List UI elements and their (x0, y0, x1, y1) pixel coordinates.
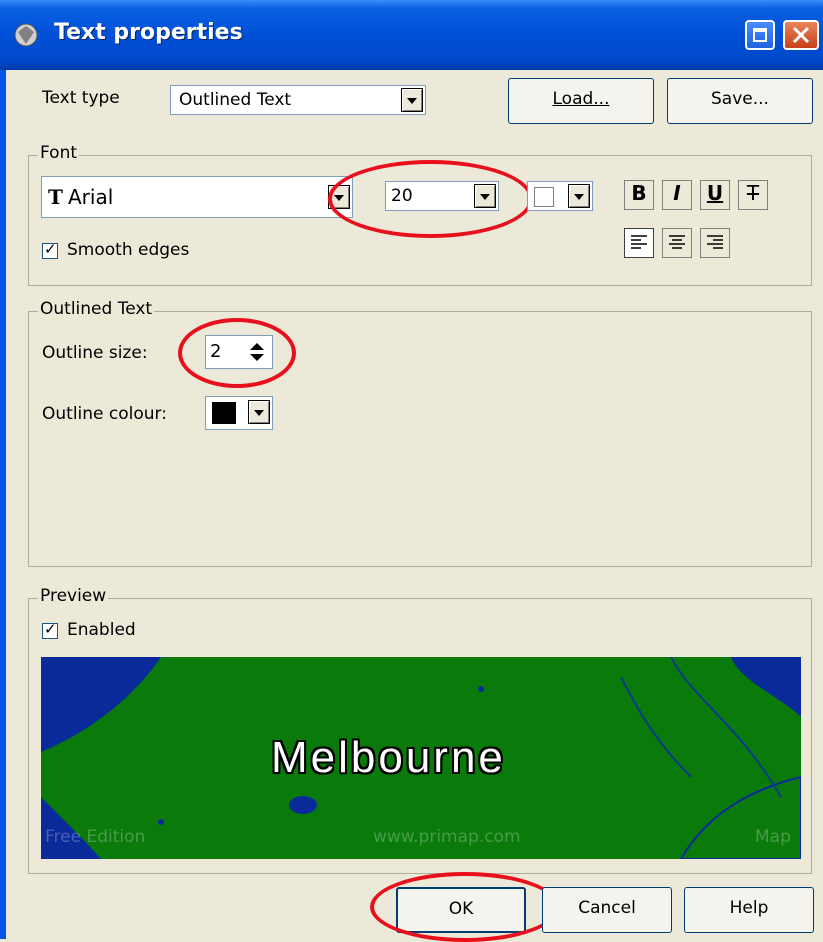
bold-button[interactable]: B (624, 180, 654, 210)
text-type-value: Outlined Text (179, 90, 292, 110)
close-button[interactable] (783, 20, 819, 50)
align-center-icon (669, 235, 685, 249)
strikethrough-button[interactable]: T (738, 180, 768, 210)
text-type-select[interactable]: Outlined Text (170, 85, 426, 115)
annotation-oval-outline-size (178, 318, 296, 388)
truetype-icon: T (48, 185, 63, 209)
save-button-label: Save... (711, 89, 769, 109)
outline-colour-swatch (212, 402, 236, 424)
watermark-right: Map (755, 827, 791, 847)
save-button[interactable]: Save... (667, 78, 813, 124)
app-icon (12, 22, 40, 48)
preview-enabled-checkbox[interactable]: ✓ (42, 620, 58, 639)
outline-colour-picker[interactable] (205, 396, 273, 430)
preview-enabled-label: Enabled (67, 620, 136, 640)
check-icon: ✓ (44, 240, 57, 258)
smooth-edges-checkbox[interactable]: ✓ (42, 240, 58, 259)
preview-group-title: Preview (38, 586, 109, 606)
font-group-title: Font (38, 143, 80, 163)
watermark-left: Free Edition (45, 827, 146, 847)
preview-text: Melbourne (271, 733, 506, 782)
chevron-down-icon[interactable] (248, 400, 270, 424)
outlined-text-group-title: Outlined Text (38, 299, 155, 319)
outline-size-label: Outline size: (42, 343, 148, 363)
italic-label: I (673, 181, 681, 205)
help-button[interactable]: Help (684, 887, 814, 933)
load-button-label: Load... (552, 89, 610, 109)
underline-label: U (706, 181, 724, 205)
text-type-label: Text type (42, 88, 120, 108)
outline-colour-label: Outline colour: (42, 404, 167, 424)
align-right-icon (707, 235, 723, 249)
align-right-button[interactable] (700, 228, 730, 258)
restore-button[interactable] (745, 20, 775, 50)
chevron-down-icon[interactable] (568, 184, 590, 208)
load-button[interactable]: Load... (508, 78, 654, 124)
cancel-button-label: Cancel (578, 898, 636, 918)
help-button-label: Help (729, 898, 769, 918)
smooth-edges-label: Smooth edges (67, 240, 190, 260)
window-left-border (0, 70, 6, 939)
italic-button[interactable]: I (662, 180, 692, 210)
align-left-button[interactable] (624, 228, 654, 258)
strike-label: T (746, 181, 760, 205)
annotation-oval-font-size (328, 160, 533, 238)
align-center-button[interactable] (662, 228, 692, 258)
underline-button[interactable]: U (700, 180, 730, 210)
chevron-down-icon[interactable] (401, 88, 423, 112)
watermark-center: www.primap.com (373, 827, 521, 847)
check-icon: ✓ (44, 620, 57, 638)
font-name-select[interactable]: T Arial (41, 176, 353, 218)
window-title: Text properties (54, 20, 243, 45)
font-name-value: Arial (68, 185, 114, 209)
align-left-icon (631, 235, 647, 249)
text-colour-picker[interactable] (527, 181, 593, 211)
bold-label: B (631, 181, 647, 205)
text-colour-swatch (534, 187, 554, 207)
annotation-oval-ok (370, 872, 560, 942)
map-preview: Free Edition www.primap.com Map Melbourn… (41, 657, 801, 859)
cancel-button[interactable]: Cancel (542, 887, 672, 933)
